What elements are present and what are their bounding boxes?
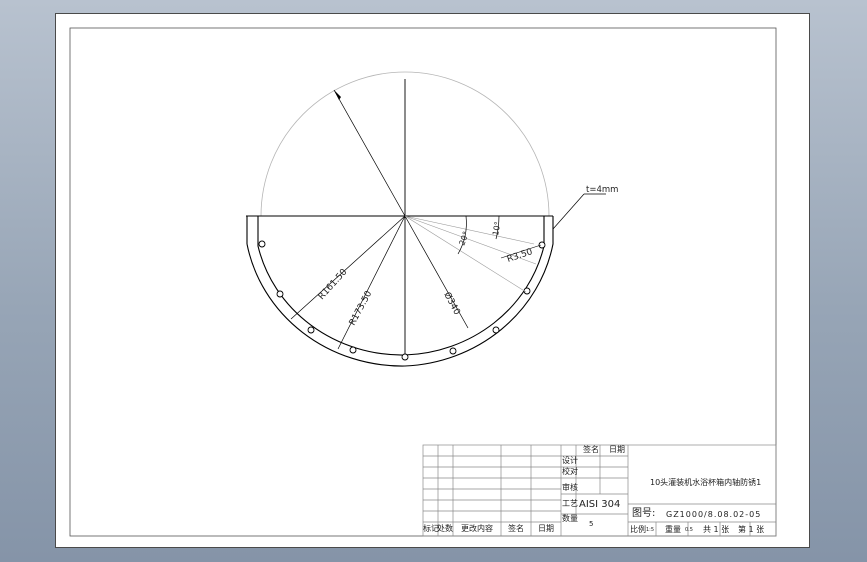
tb-rev-date: 日期 — [538, 524, 554, 533]
arrowhead — [334, 90, 341, 100]
tb-weight-value: 0.5 — [685, 527, 693, 533]
tb-process: 工艺 — [562, 499, 578, 508]
ring-outer-edge — [246, 216, 554, 367]
tb-sheet-no: 第 1 张 — [738, 525, 765, 534]
tb-rev-doc: 更改内容 — [461, 524, 493, 533]
notch — [349, 346, 357, 354]
notches — [258, 240, 546, 361]
leader-thickness — [552, 193, 585, 230]
tb-audit: 审核 — [562, 483, 578, 492]
leader-r173 — [337, 215, 406, 350]
technical-drawing: R161.50 R173.50 Ø340 R3.50 20° 10° t=4mm — [69, 27, 777, 537]
notch — [492, 326, 500, 334]
tb-scale-label: 比例 — [630, 525, 646, 534]
dim-inner-radius: R173.50 — [348, 289, 375, 327]
notch — [307, 326, 315, 334]
notch — [258, 240, 266, 248]
tb-sheets-total: 共 1 张 — [703, 525, 730, 534]
tb-weight-label: 重量 — [665, 525, 681, 534]
dim-outer-radius: R161.50 — [317, 267, 350, 302]
dim-angle-20: 20° — [457, 230, 470, 246]
dim-thickness: t=4mm — [586, 185, 618, 195]
title-block-grid — [422, 444, 777, 537]
tb-check: 校对 — [562, 467, 578, 476]
tb-quantity-value: 5 — [589, 520, 594, 528]
tb-quantity-label: 数量 — [562, 514, 578, 523]
leader-r161 — [290, 215, 406, 320]
tb-rev-count: 处数 — [437, 524, 453, 533]
drawing-sheet: R161.50 R173.50 Ø340 R3.50 20° 10° t=4mm — [55, 13, 810, 548]
tb-material: AISI 304 — [579, 499, 621, 510]
leader-outer-radius — [333, 89, 406, 217]
tb-drawing-no: GZ1000/8.08.02-05 — [666, 510, 762, 519]
tb-design: 设计 — [562, 456, 578, 465]
tb-part-name: 10头灌装机水浴杯箱内轴防锈1 — [650, 478, 762, 487]
dim-angle-10: 10° — [491, 221, 502, 237]
tb-sign-header: 签名 — [583, 445, 599, 454]
tb-scale-value: 1:5 — [646, 527, 655, 533]
notch — [449, 347, 457, 355]
dim-notch-radius: R3.50 — [506, 247, 534, 265]
notch — [538, 241, 546, 249]
notch — [401, 353, 409, 361]
notch — [276, 290, 284, 298]
tb-date-header: 日期 — [609, 445, 625, 454]
dim-diameter: Ø340 — [441, 290, 462, 317]
tb-rev-sign: 签名 — [508, 524, 524, 533]
tb-drawing-no-label: 图号: — [632, 508, 656, 519]
